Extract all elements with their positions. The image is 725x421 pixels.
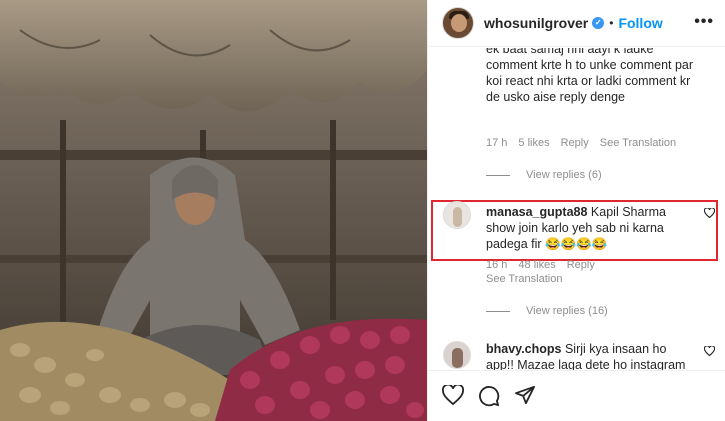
reply-button[interactable]: Reply bbox=[567, 259, 595, 271]
comment-meta: 17 h 5 likes Reply See Translation bbox=[486, 137, 676, 149]
heart-icon[interactable] bbox=[704, 346, 715, 356]
view-replies-button[interactable]: View replies (16) bbox=[486, 305, 608, 317]
comment-likes[interactable]: 48 likes bbox=[518, 259, 555, 271]
follow-button[interactable]: Follow bbox=[618, 15, 662, 31]
reply-button[interactable]: Reply bbox=[561, 137, 589, 149]
comment-body: bhavy.chops Sirji kya insaan ho app!! Ma… bbox=[486, 341, 691, 370]
see-translation-link[interactable]: See Translation bbox=[600, 137, 676, 149]
view-replies-button[interactable]: View replies (6) bbox=[486, 169, 602, 181]
replies-divider bbox=[486, 310, 510, 312]
share-icon[interactable] bbox=[514, 385, 536, 405]
replies-divider bbox=[486, 174, 510, 176]
post-image bbox=[0, 0, 427, 421]
author-avatar[interactable] bbox=[442, 7, 474, 39]
like-icon[interactable] bbox=[442, 385, 464, 405]
heart-icon[interactable] bbox=[704, 208, 715, 218]
separator-dot: • bbox=[609, 16, 614, 30]
post-side-panel: whosunilgrover ✓ • Follow ••• ek baat sa… bbox=[427, 0, 725, 421]
comment-likes[interactable]: 5 likes bbox=[518, 137, 549, 149]
comment-time: 17 h bbox=[486, 137, 508, 149]
view-replies-label: View replies (6) bbox=[526, 169, 602, 181]
author-username[interactable]: whosunilgrover bbox=[484, 15, 588, 31]
view-replies-label: View replies (16) bbox=[526, 305, 608, 317]
commenter-username[interactable]: bhavy.chops bbox=[486, 342, 561, 356]
commenter-avatar[interactable] bbox=[443, 341, 471, 369]
post-header: whosunilgrover ✓ • Follow ••• bbox=[428, 0, 725, 47]
see-translation-link[interactable]: See Translation bbox=[486, 273, 562, 285]
post-actions-bar bbox=[428, 370, 725, 421]
comment-body: manasa_gupta88 Kapil Sharma show join ka… bbox=[486, 204, 691, 252]
comments-list[interactable]: ek baat samaj nhi aayi k ladke comment k… bbox=[428, 48, 725, 370]
comment-meta: 16 h 48 likes Reply bbox=[486, 259, 595, 271]
post-photo bbox=[0, 0, 427, 421]
comment-time: 16 h bbox=[486, 259, 508, 271]
commenter-username[interactable]: manasa_gupta88 bbox=[486, 205, 587, 219]
comment-icon[interactable] bbox=[478, 385, 500, 407]
verified-badge-icon: ✓ bbox=[592, 17, 605, 29]
comment-text: ek baat samaj nhi aayi k ladke comment k… bbox=[486, 48, 694, 104]
commenter-avatar[interactable] bbox=[443, 201, 471, 229]
more-options-icon[interactable]: ••• bbox=[694, 13, 714, 31]
